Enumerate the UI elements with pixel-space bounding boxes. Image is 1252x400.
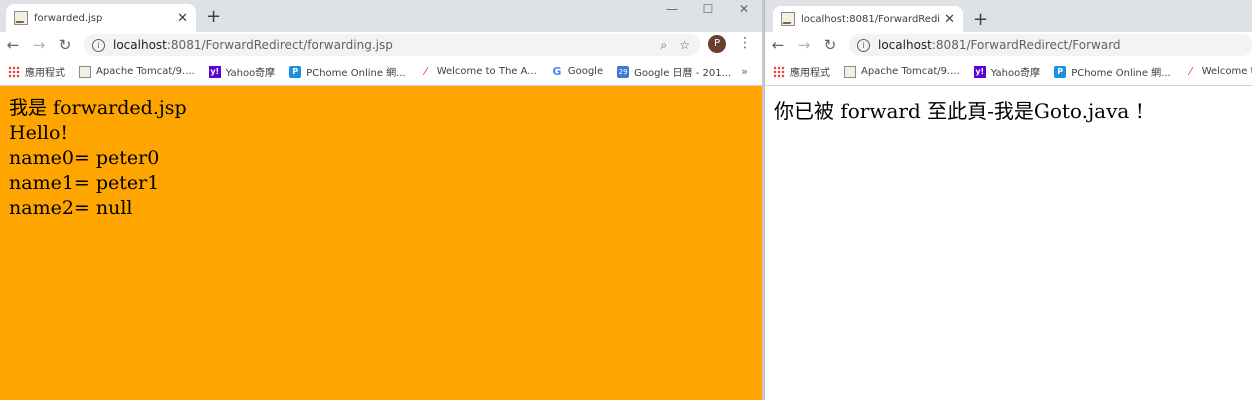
reload-icon[interactable]: ↻: [52, 36, 78, 54]
menu-icon[interactable]: ⋮: [738, 35, 752, 51]
pchome-icon: P: [1054, 65, 1067, 78]
feather-icon: ⁄: [424, 64, 427, 78]
bookmark-google[interactable]: G Google: [551, 64, 603, 78]
window-controls: — ☐ ✕: [654, 0, 762, 18]
bookmarks-bar: 應用程式 Apache Tomcat/9.... y! Yahoo奇摩 P PCho…: [765, 58, 1252, 86]
toolbar: ← → ↻ i localhost:8081/ForwardRedirect/F…: [765, 32, 1252, 58]
bookmark-apps[interactable]: 應用程式: [773, 64, 830, 79]
page-line: 我是 forwarded.jsp: [9, 97, 187, 119]
url-text: localhost:8081/ForwardRedirect/Forward: [878, 38, 1121, 52]
reload-icon[interactable]: ↻: [817, 36, 843, 54]
tab-title: forwarded.jsp: [34, 12, 103, 24]
bookmark-welcome[interactable]: ⁄ Welcome to The A...: [420, 64, 537, 78]
bookmarks-bar: 應用程式 Apache Tomcat/9.... y! Yahoo奇摩 P PCho…: [0, 58, 762, 86]
url-text: localhost:8081/ForwardRedirect/forwardin…: [113, 38, 393, 52]
apps-icon: [8, 65, 20, 78]
page-line: name1= peter1: [9, 172, 160, 194]
close-window-icon[interactable]: ✕: [726, 0, 762, 18]
close-tab-icon[interactable]: ✕: [177, 11, 188, 26]
tab-forward[interactable]: localhost:8081/ForwardRedirect ✕: [773, 6, 963, 32]
bookmark-welcome[interactable]: ⁄Welcome to Th: [1185, 64, 1252, 78]
address-bar[interactable]: i localhost:8081/ForwardRedirect/forward…: [84, 34, 700, 56]
tab-strip: localhost:8081/ForwardRedirect ✕ +: [765, 0, 1252, 32]
feather-icon: ⁄: [1189, 64, 1192, 78]
forward-icon[interactable]: →: [26, 36, 52, 54]
avatar[interactable]: P: [708, 35, 726, 53]
page-content: 你已被 forward 至此頁-我是Goto.java !: [765, 88, 1252, 400]
tomcat-favicon-icon: [14, 11, 28, 25]
back-icon[interactable]: ←: [0, 36, 26, 54]
bookmark-google-calendar[interactable]: 29 Google 日曆 - 201...: [617, 64, 731, 79]
star-icon[interactable]: ☆: [679, 38, 690, 52]
apps-icon: [773, 65, 785, 78]
bookmark-yahoo[interactable]: y! Yahoo奇摩: [208, 64, 275, 79]
tomcat-icon: [844, 65, 856, 78]
close-tab-icon[interactable]: ✕: [944, 12, 955, 27]
minimize-icon[interactable]: —: [654, 0, 690, 18]
tomcat-favicon-icon: [781, 12, 795, 26]
bookmark-apps[interactable]: 應用程式: [8, 64, 65, 79]
calendar-icon: 29: [617, 65, 630, 78]
new-tab-icon[interactable]: +: [206, 6, 221, 27]
browser-window-right: localhost:8081/ForwardRedirect ✕ + ← → ↻…: [764, 0, 1252, 400]
page-line: name2= null: [9, 197, 133, 219]
forward-icon[interactable]: →: [791, 36, 817, 54]
tab-strip: forwarded.jsp ✕ + — ☐ ✕: [0, 0, 762, 32]
address-bar[interactable]: i localhost:8081/ForwardRedirect/Forward: [849, 34, 1252, 56]
bookmark-yahoo[interactable]: y! Yahoo奇摩: [973, 64, 1040, 79]
tomcat-icon: [79, 65, 91, 78]
new-tab-icon[interactable]: +: [973, 9, 988, 30]
tab-forwarded[interactable]: forwarded.jsp ✕: [6, 4, 196, 32]
pchome-icon: P: [289, 65, 302, 78]
page-line: 你已被 forward 至此頁-我是Goto.java !: [774, 99, 1144, 123]
yahoo-icon: y!: [208, 65, 221, 78]
maximize-icon[interactable]: ☐: [690, 0, 726, 18]
more-bookmarks-icon[interactable]: »: [741, 65, 748, 78]
page-line: name0= peter0: [9, 147, 160, 169]
page-body: 我是 forwarded.jsp Hello! name0= peter0 na…: [0, 86, 762, 221]
page-content: 我是 forwarded.jsp Hello! name0= peter0 na…: [0, 86, 762, 400]
page-body: 你已被 forward 至此頁-我是Goto.java !: [765, 88, 1252, 124]
back-icon[interactable]: ←: [765, 36, 791, 54]
toolbar: ← → ↻ i localhost:8081/ForwardRedirect/f…: [0, 32, 762, 58]
bookmark-pchome[interactable]: P PChome Online 網...: [289, 64, 406, 79]
bookmark-tomcat[interactable]: Apache Tomcat/9....: [844, 65, 960, 78]
yahoo-icon: y!: [973, 65, 986, 78]
tab-title: localhost:8081/ForwardRedirect: [801, 13, 941, 25]
bookmark-tomcat[interactable]: Apache Tomcat/9....: [79, 65, 195, 78]
zoom-icon[interactable]: ⌕: [661, 38, 668, 53]
info-icon[interactable]: i: [92, 38, 105, 52]
browser-window-left: forwarded.jsp ✕ + — ☐ ✕ ← → ↻ i localhos…: [0, 0, 762, 400]
page-line: Hello!: [9, 122, 69, 144]
google-icon: G: [552, 64, 562, 78]
info-icon[interactable]: i: [857, 38, 870, 52]
bookmark-pchome[interactable]: P PChome Online 網...: [1054, 64, 1171, 79]
